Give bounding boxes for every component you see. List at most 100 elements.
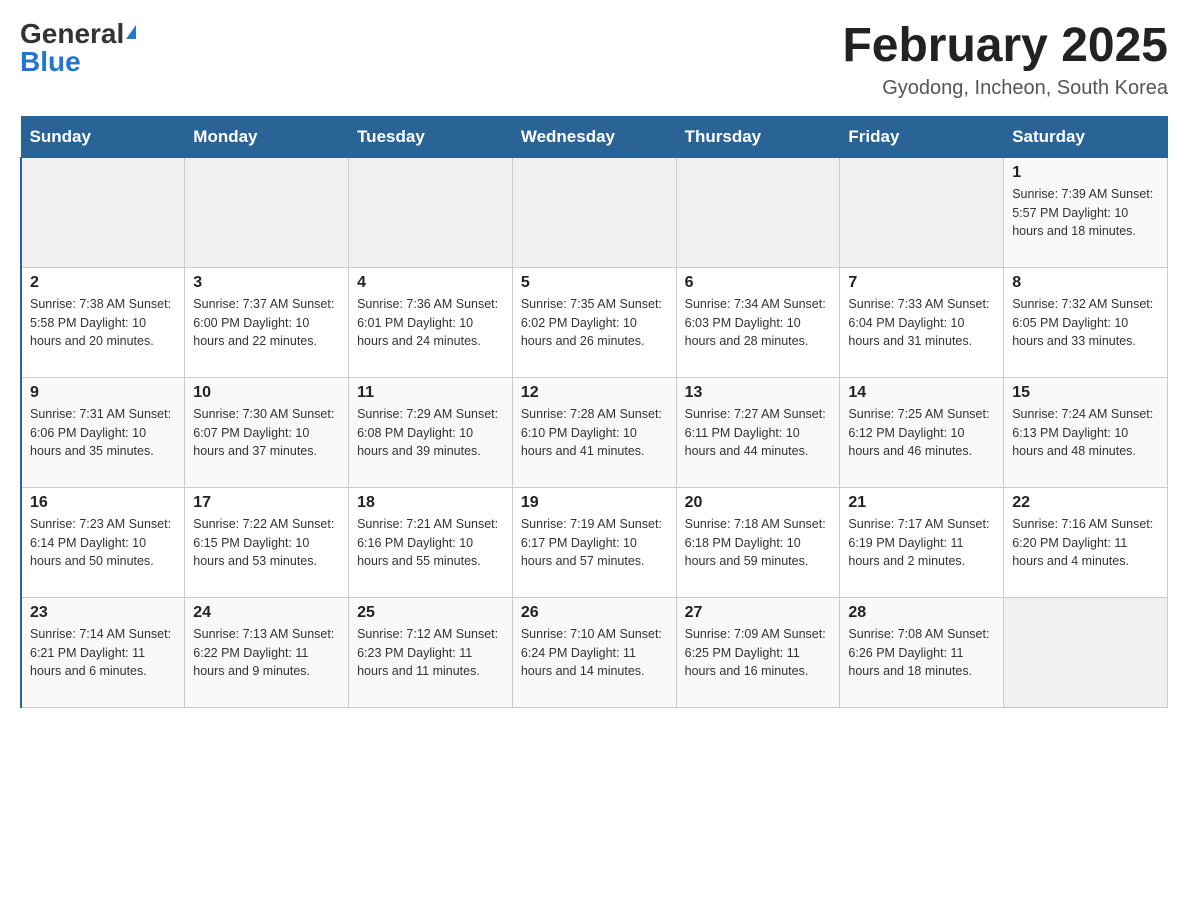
calendar-cell: 9 Sunrise: 7:31 AM Sunset: 6:06 PM Daylig… — [21, 377, 185, 487]
calendar-cell — [185, 157, 349, 267]
day-info: Sunrise: 7:16 AM Sunset: 6:20 PM Dayligh… — [1012, 515, 1159, 571]
calendar-cell: 1Sunrise: 7:39 AM Sunset: 5:57 PM Daylig… — [1004, 157, 1168, 267]
day-number: 4 — [357, 274, 504, 292]
day-number: 26 — [521, 604, 668, 622]
day-info: Sunrise: 7:32 AM Sunset: 6:05 PM Dayligh… — [1012, 295, 1159, 351]
day-number: 6 — [685, 274, 832, 292]
calendar-week-row: 1Sunrise: 7:39 AM Sunset: 5:57 PM Daylig… — [21, 157, 1168, 267]
calendar-cell: 3Sunrise: 7:37 AM Sunset: 6:00 PM Daylig… — [185, 267, 349, 377]
day-info: Sunrise: 7:25 AM Sunset: 6:12 PM Dayligh… — [848, 405, 995, 461]
logo: General Blue — [20, 20, 136, 76]
calendar-cell: 14 Sunrise: 7:25 AM Sunset: 6:12 PM Dayli… — [840, 377, 1004, 487]
day-info: Sunrise: 7:38 AM Sunset: 5:58 PM Dayligh… — [30, 295, 176, 351]
calendar-cell — [349, 157, 513, 267]
calendar-cell: 8 Sunrise: 7:32 AM Sunset: 6:05 PM Daylig… — [1004, 267, 1168, 377]
calendar-cell: 18 Sunrise: 7:21 AM Sunset: 6:16 PM Dayli… — [349, 487, 513, 597]
day-info: Sunrise: 7:30 AM Sunset: 6:07 PM Dayligh… — [193, 405, 340, 461]
calendar-cell: 4Sunrise: 7:36 AM Sunset: 6:01 PM Daylig… — [349, 267, 513, 377]
calendar-cell: 5 Sunrise: 7:35 AM Sunset: 6:02 PM Daylig… — [512, 267, 676, 377]
calendar-cell: 20 Sunrise: 7:18 AM Sunset: 6:18 PM Dayli… — [676, 487, 840, 597]
day-number: 20 — [685, 494, 832, 512]
logo-general-text: General — [20, 20, 124, 48]
day-number: 10 — [193, 384, 340, 402]
day-number: 23 — [30, 604, 176, 622]
calendar-title: February 2025 — [842, 20, 1168, 73]
calendar-cell: 22 Sunrise: 7:16 AM Sunset: 6:20 PM Dayli… — [1004, 487, 1168, 597]
day-number: 13 — [685, 384, 832, 402]
day-number: 22 — [1012, 494, 1159, 512]
day-number: 27 — [685, 604, 832, 622]
day-number: 14 — [848, 384, 995, 402]
calendar-week-row: 23 Sunrise: 7:14 AM Sunset: 6:21 PM Dayli… — [21, 597, 1168, 707]
calendar-cell — [676, 157, 840, 267]
day-number: 9 — [30, 384, 176, 402]
day-number: 1 — [1012, 164, 1159, 182]
calendar-week-row: 9 Sunrise: 7:31 AM Sunset: 6:06 PM Daylig… — [21, 377, 1168, 487]
day-number: 15 — [1012, 384, 1159, 402]
calendar-cell: 10 Sunrise: 7:30 AM Sunset: 6:07 PM Dayli… — [185, 377, 349, 487]
calendar-cell: 25Sunrise: 7:12 AM Sunset: 6:23 PM Dayli… — [349, 597, 513, 707]
day-number: 28 — [848, 604, 995, 622]
day-info: Sunrise: 7:21 AM Sunset: 6:16 PM Dayligh… — [357, 515, 504, 571]
calendar-cell: 2 Sunrise: 7:38 AM Sunset: 5:58 PM Daylig… — [21, 267, 185, 377]
day-number: 11 — [357, 384, 504, 402]
calendar-cell: 24 Sunrise: 7:13 AM Sunset: 6:22 PM Dayli… — [185, 597, 349, 707]
page-header: General Blue February 2025 Gyodong, Inch… — [20, 20, 1168, 100]
day-number: 2 — [30, 274, 176, 292]
day-info: Sunrise: 7:33 AM Sunset: 6:04 PM Dayligh… — [848, 295, 995, 351]
calendar-cell — [1004, 597, 1168, 707]
calendar-cell: 26 Sunrise: 7:10 AM Sunset: 6:24 PM Dayli… — [512, 597, 676, 707]
header-thursday: Thursday — [676, 116, 840, 157]
day-number: 16 — [30, 494, 176, 512]
day-number: 18 — [357, 494, 504, 512]
day-number: 25 — [357, 604, 504, 622]
day-number: 8 — [1012, 274, 1159, 292]
day-info: Sunrise: 7:28 AM Sunset: 6:10 PM Dayligh… — [521, 405, 668, 461]
calendar-cell: 27 Sunrise: 7:09 AM Sunset: 6:25 PM Dayli… — [676, 597, 840, 707]
calendar-cell: 6 Sunrise: 7:34 AM Sunset: 6:03 PM Daylig… — [676, 267, 840, 377]
day-info: Sunrise: 7:27 AM Sunset: 6:11 PM Dayligh… — [685, 405, 832, 461]
day-info: Sunrise: 7:23 AM Sunset: 6:14 PM Dayligh… — [30, 515, 176, 571]
calendar-cell: 7 Sunrise: 7:33 AM Sunset: 6:04 PM Daylig… — [840, 267, 1004, 377]
calendar-cell: 21 Sunrise: 7:17 AM Sunset: 6:19 PM Dayli… — [840, 487, 1004, 597]
calendar-week-row: 2 Sunrise: 7:38 AM Sunset: 5:58 PM Daylig… — [21, 267, 1168, 377]
calendar-cell: 16 Sunrise: 7:23 AM Sunset: 6:14 PM Dayli… — [21, 487, 185, 597]
header-sunday: Sunday — [21, 116, 185, 157]
calendar-cell: 23 Sunrise: 7:14 AM Sunset: 6:21 PM Dayli… — [21, 597, 185, 707]
header-friday: Friday — [840, 116, 1004, 157]
day-info: Sunrise: 7:34 AM Sunset: 6:03 PM Dayligh… — [685, 295, 832, 351]
day-number: 24 — [193, 604, 340, 622]
day-info: Sunrise: 7:14 AM Sunset: 6:21 PM Dayligh… — [30, 625, 176, 681]
calendar-cell: 15 Sunrise: 7:24 AM Sunset: 6:13 PM Dayli… — [1004, 377, 1168, 487]
day-info: Sunrise: 7:13 AM Sunset: 6:22 PM Dayligh… — [193, 625, 340, 681]
day-number: 7 — [848, 274, 995, 292]
day-info: Sunrise: 7:19 AM Sunset: 6:17 PM Dayligh… — [521, 515, 668, 571]
calendar-header-row: SundayMondayTuesdayWednesdayThursdayFrid… — [21, 116, 1168, 157]
day-info: Sunrise: 7:35 AM Sunset: 6:02 PM Dayligh… — [521, 295, 668, 351]
calendar-cell — [512, 157, 676, 267]
calendar-cell: 11Sunrise: 7:29 AM Sunset: 6:08 PM Dayli… — [349, 377, 513, 487]
day-info: Sunrise: 7:10 AM Sunset: 6:24 PM Dayligh… — [521, 625, 668, 681]
day-number: 17 — [193, 494, 340, 512]
day-info: Sunrise: 7:18 AM Sunset: 6:18 PM Dayligh… — [685, 515, 832, 571]
day-number: 3 — [193, 274, 340, 292]
day-info: Sunrise: 7:31 AM Sunset: 6:06 PM Dayligh… — [30, 405, 176, 461]
calendar-cell: 12 Sunrise: 7:28 AM Sunset: 6:10 PM Dayli… — [512, 377, 676, 487]
day-number: 19 — [521, 494, 668, 512]
day-info: Sunrise: 7:22 AM Sunset: 6:15 PM Dayligh… — [193, 515, 340, 571]
header-tuesday: Tuesday — [349, 116, 513, 157]
calendar-cell: 17 Sunrise: 7:22 AM Sunset: 6:15 PM Dayli… — [185, 487, 349, 597]
day-number: 12 — [521, 384, 668, 402]
day-info: Sunrise: 7:08 AM Sunset: 6:26 PM Dayligh… — [848, 625, 995, 681]
day-info: Sunrise: 7:17 AM Sunset: 6:19 PM Dayligh… — [848, 515, 995, 571]
calendar-subtitle: Gyodong, Incheon, South Korea — [842, 77, 1168, 100]
calendar-week-row: 16 Sunrise: 7:23 AM Sunset: 6:14 PM Dayli… — [21, 487, 1168, 597]
day-number: 5 — [521, 274, 668, 292]
calendar-cell — [840, 157, 1004, 267]
header-wednesday: Wednesday — [512, 116, 676, 157]
day-info: Sunrise: 7:09 AM Sunset: 6:25 PM Dayligh… — [685, 625, 832, 681]
day-info: Sunrise: 7:24 AM Sunset: 6:13 PM Dayligh… — [1012, 405, 1159, 461]
calendar-cell — [21, 157, 185, 267]
calendar-cell: 13 Sunrise: 7:27 AM Sunset: 6:11 PM Dayli… — [676, 377, 840, 487]
day-number: 21 — [848, 494, 995, 512]
